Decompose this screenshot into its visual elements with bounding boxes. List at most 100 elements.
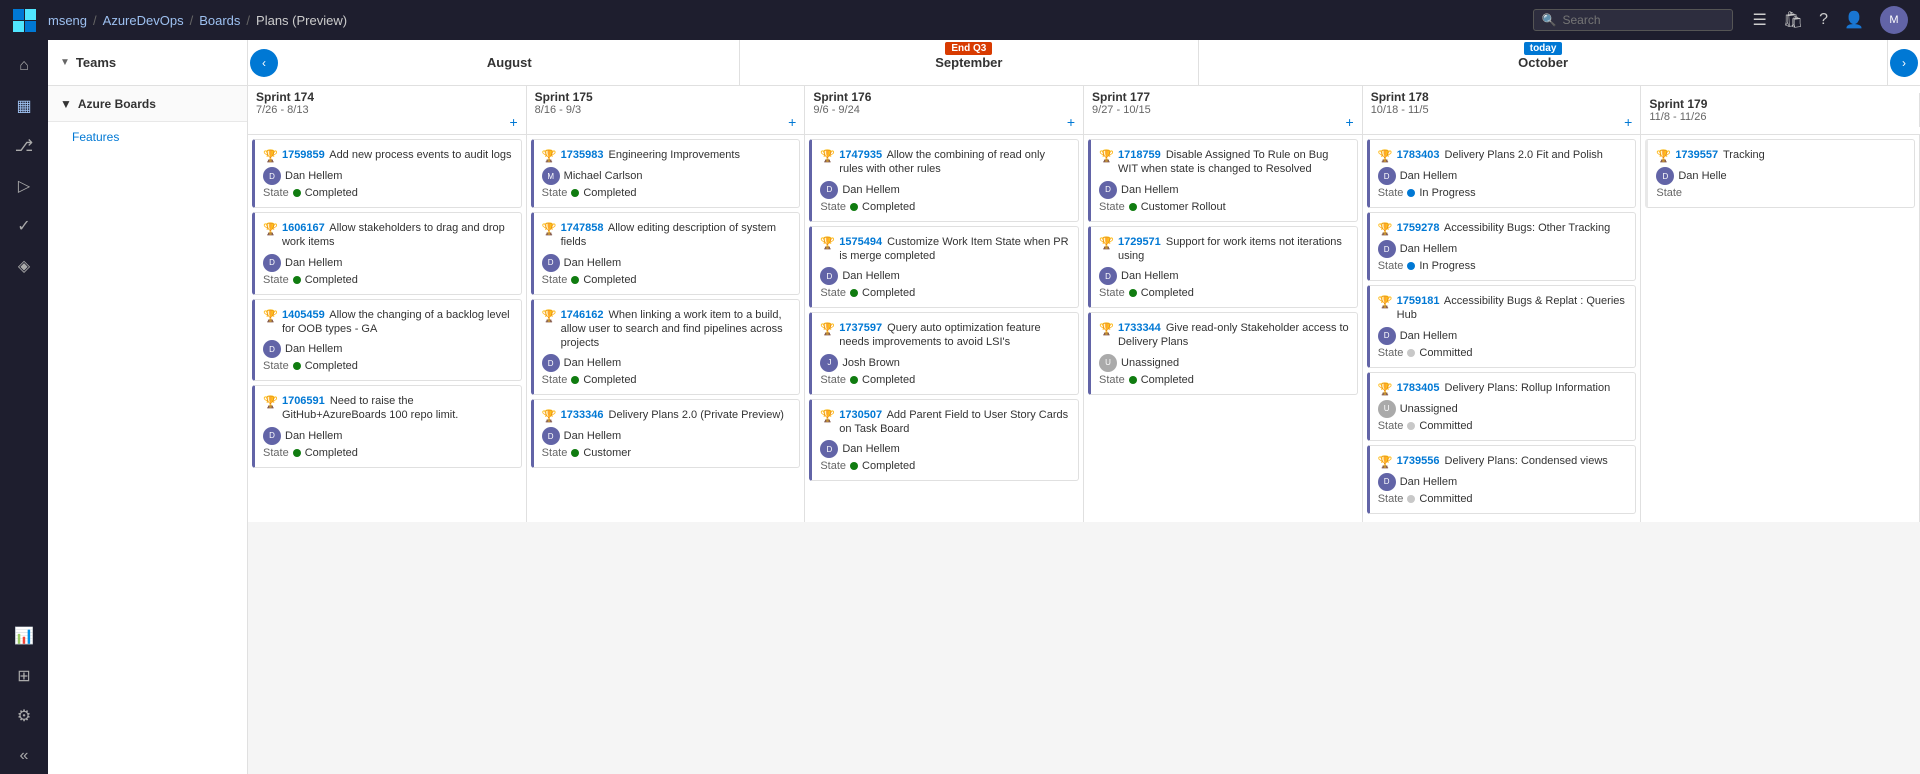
sidebar-icon-analytics[interactable]: 📊 [6, 618, 42, 654]
assignee-1733346: Dan Hellem [564, 430, 621, 442]
state-dot-1783403 [1407, 189, 1415, 197]
avatar-1783405: U [1378, 400, 1396, 418]
card-1735983[interactable]: 🏆 1735983 Engineering Improvements M Mic… [531, 139, 801, 208]
prev-month-btn[interactable]: ‹ [250, 49, 278, 77]
next-month-btn[interactable]: › [1890, 49, 1918, 77]
sidebar-icon-pipelines[interactable]: ▷ [6, 168, 42, 204]
card-title-1737597: 1737597 Query auto optimization feature … [839, 321, 1070, 350]
card-1783403[interactable]: 🏆 1783403 Delivery Plans 2.0 Fit and Pol… [1367, 139, 1637, 208]
sprint-176-add[interactable]: + [1067, 114, 1075, 130]
state-value-1718759: Customer Rollout [1141, 201, 1226, 213]
sprint-174-add[interactable]: + [509, 114, 517, 130]
breadcrumb-azuredevops[interactable]: AzureDevOps [103, 13, 184, 28]
card-title-1783405: 1783405 Delivery Plans: Rollup Informati… [1397, 381, 1611, 395]
avatar-1759181: D [1378, 327, 1396, 345]
card-1730507[interactable]: 🏆 1730507 Add Parent Field to User Story… [809, 399, 1079, 482]
sidebar-icon-extensions[interactable]: ⊞ [6, 658, 42, 694]
card-1739556[interactable]: 🏆 1739556 Delivery Plans: Condensed view… [1367, 445, 1637, 514]
avatar-1718759: D [1099, 181, 1117, 199]
card-title-1706591: 1706591 Need to raise the GitHub+AzureBo… [282, 394, 513, 423]
assignee-1783403: Dan Hellem [1400, 170, 1457, 182]
list-icon[interactable]: ☰ [1753, 10, 1767, 30]
breadcrumb-mseng[interactable]: mseng [48, 13, 87, 28]
user-icon[interactable]: 👤 [1844, 10, 1864, 30]
state-dot-1739556 [1407, 495, 1415, 503]
card-1405459[interactable]: 🏆 1405459 Allow the changing of a backlo… [252, 299, 522, 382]
state-dot-1747858 [571, 276, 579, 284]
help-icon[interactable]: ? [1819, 11, 1828, 29]
trophy-icon-18: 🏆 [1378, 295, 1393, 309]
breadcrumb: mseng / AzureDevOps / Boards / Plans (Pr… [48, 13, 347, 28]
assignee-1739556: Dan Hellem [1400, 476, 1457, 488]
sprint-177-add[interactable]: + [1346, 114, 1354, 130]
sprint-174-dates: 7/26 - 8/13 [256, 104, 518, 116]
card-1747935[interactable]: 🏆 1747935 Allow the combining of read on… [809, 139, 1079, 222]
card-title-1718759: 1718759 Disable Assigned To Rule on Bug … [1118, 148, 1349, 177]
state-dot-1735983 [571, 189, 579, 197]
card-1737597[interactable]: 🏆 1737597 Query auto optimization featur… [809, 312, 1079, 395]
state-dot-1606167 [293, 276, 301, 284]
card-1759181[interactable]: 🏆 1759181 Accessibility Bugs & Replat : … [1367, 285, 1637, 368]
card-1718759[interactable]: 🏆 1718759 Disable Assigned To Rule on Bu… [1088, 139, 1358, 222]
card-1733344[interactable]: 🏆 1733344 Give read-only Stakeholder acc… [1088, 312, 1358, 395]
card-1575494[interactable]: 🏆 1575494 Customize Work Item State when… [809, 226, 1079, 309]
state-value-1739556: Committed [1419, 493, 1472, 505]
card-1739557[interactable]: 🏆 1739557 Tracking D Dan Helle State [1645, 139, 1915, 208]
store-icon[interactable]: 🛍 [1783, 10, 1803, 30]
today-badge: today [1524, 42, 1563, 55]
sprint-178-add[interactable]: + [1624, 114, 1632, 130]
breadcrumb-boards[interactable]: Boards [199, 13, 240, 28]
sidebar-icon-boards[interactable]: ▦ [6, 88, 42, 124]
sprint-178-title: Sprint 178 [1371, 90, 1633, 104]
board-container[interactable]: ‹ August End Q3 September today October [248, 40, 1920, 774]
sidebar-icon-settings[interactable]: ⚙ [6, 698, 42, 734]
trophy-icon-20: 🏆 [1378, 455, 1393, 469]
card-1706591[interactable]: 🏆 1706591 Need to raise the GitHub+Azure… [252, 385, 522, 468]
card-1746162[interactable]: 🏆 1746162 When linking a work item to a … [531, 299, 801, 396]
sidebar-icon-repos[interactable]: ⎇ [6, 128, 42, 164]
state-value-1733344: Completed [1141, 374, 1194, 386]
teams-chevron[interactable]: ▼ [60, 57, 70, 68]
nav-icons: ☰ 🛍 ? 👤 M [1753, 6, 1908, 34]
sidebar-icon-home[interactable]: ⌂ [6, 48, 42, 84]
card-title-1606167: 1606167 Allow stakeholders to drag and d… [282, 221, 513, 250]
sidebar-icon-test[interactable]: ✓ [6, 208, 42, 244]
sprint-175-dates: 8/16 - 9/3 [535, 104, 797, 116]
sidebar-icon-collapse[interactable]: « [6, 738, 42, 774]
trophy-icon: 🏆 [263, 149, 278, 163]
state-label-1735983: State [542, 187, 568, 199]
state-value-1747858: Completed [583, 274, 636, 286]
month-october: today October [1199, 40, 1888, 85]
top-navigation: mseng / AzureDevOps / Boards / Plans (Pr… [0, 0, 1920, 40]
card-1606167[interactable]: 🏆 1606167 Allow stakeholders to drag and… [252, 212, 522, 295]
state-label-1739556: State [1378, 493, 1404, 505]
card-title-1730507: 1730507 Add Parent Field to User Story C… [839, 408, 1070, 437]
card-1747858[interactable]: 🏆 1747858 Allow editing description of s… [531, 212, 801, 295]
avatar-1735983: M [542, 167, 560, 185]
sprint-175-add[interactable]: + [788, 114, 796, 130]
card-1783405[interactable]: 🏆 1783405 Delivery Plans: Rollup Informa… [1367, 372, 1637, 441]
card-1729571[interactable]: 🏆 1729571 Support for work items not ite… [1088, 226, 1358, 309]
app-icon[interactable] [12, 8, 36, 32]
card-1759859[interactable]: 🏆 1759859 Add new process events to audi… [252, 139, 522, 208]
breadcrumb-sep3: / [246, 13, 250, 28]
trophy-icon-19: 🏆 [1378, 382, 1393, 396]
team-item-features[interactable]: Features [48, 122, 247, 152]
search-input[interactable] [1562, 13, 1702, 27]
trophy-icon-5: 🏆 [542, 149, 557, 163]
state-label-1733344: State [1099, 374, 1125, 386]
state-value-1759181: Committed [1419, 347, 1472, 359]
user-avatar[interactable]: M [1880, 6, 1908, 34]
team-group-azure-boards[interactable]: ▼ Azure Boards [48, 86, 247, 122]
state-label-1729571: State [1099, 287, 1125, 299]
sidebar-icon-artifacts[interactable]: ◈ [6, 248, 42, 284]
state-label-1606167: State [263, 274, 289, 286]
state-label-1706591: State [263, 447, 289, 459]
card-1759278[interactable]: 🏆 1759278 Accessibility Bugs: Other Trac… [1367, 212, 1637, 281]
assignee-1735983: Michael Carlson [564, 170, 643, 182]
assignee-1405459: Dan Hellem [285, 343, 342, 355]
search-icon: 🔍 [1542, 13, 1557, 27]
search-box[interactable]: 🔍 [1533, 9, 1733, 31]
state-label-1730507: State [820, 460, 846, 472]
card-1733346[interactable]: 🏆 1733346 Delivery Plans 2.0 (Private Pr… [531, 399, 801, 468]
